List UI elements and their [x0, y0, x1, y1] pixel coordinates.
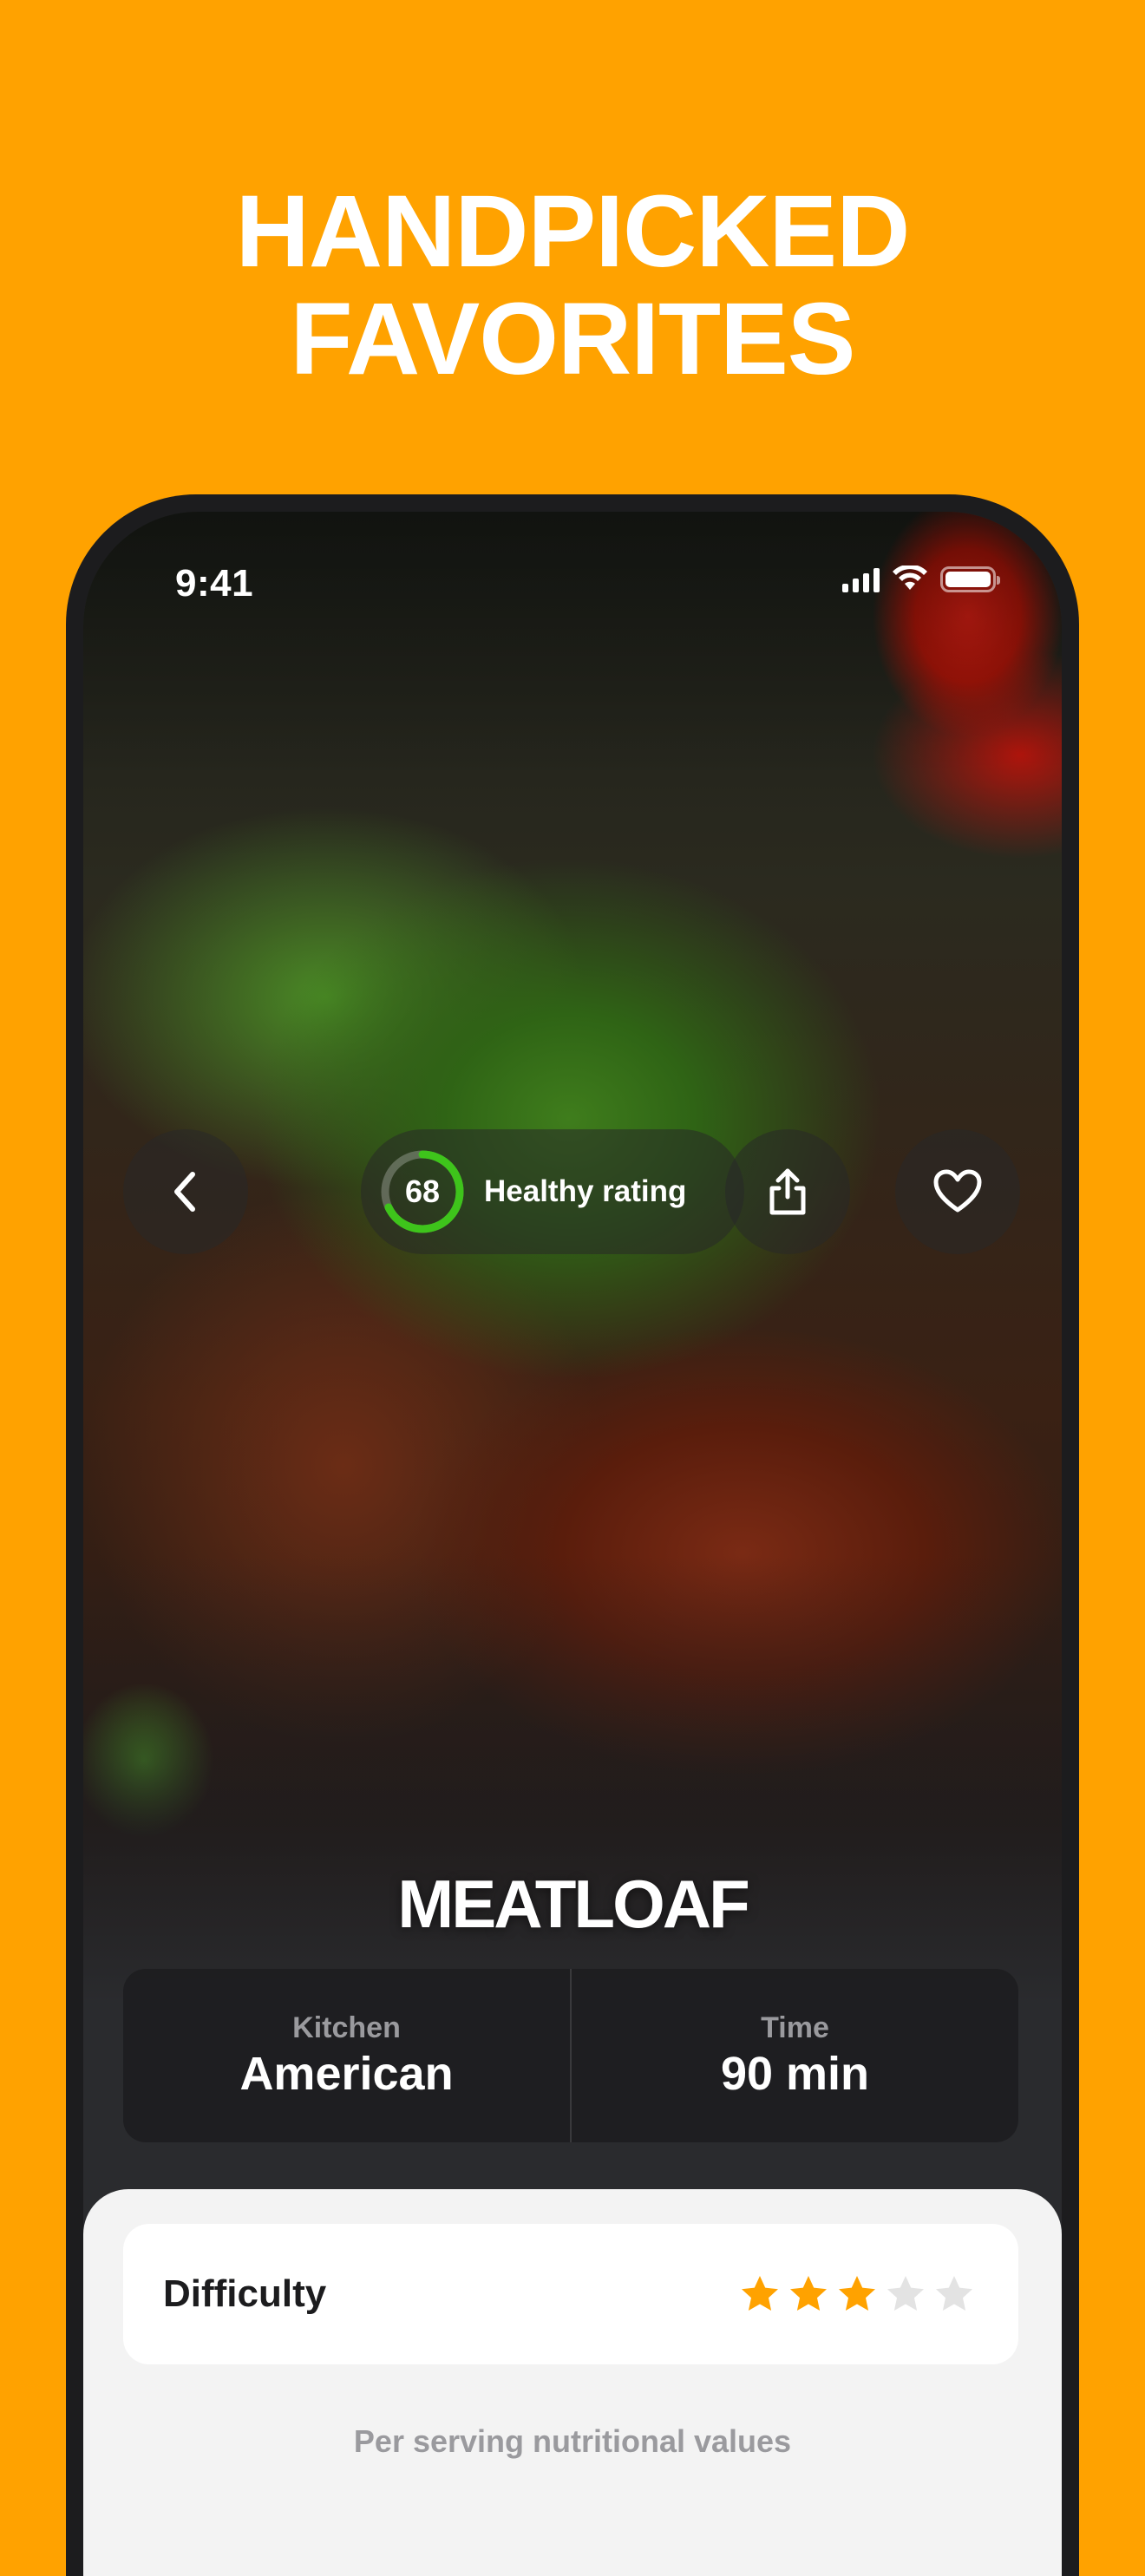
star-filled-icon [839, 2276, 875, 2311]
healthy-rating-label: Healthy rating [484, 1174, 687, 1208]
healthy-rating-value: 68 [404, 1174, 441, 1209]
phone-frame: 9:41 68 Healthy rating MEATLOAF Kitchen … [66, 494, 1079, 2576]
star-filled-icon [790, 2276, 827, 2311]
star-empty-icon [887, 2276, 924, 2311]
status-time: 9:41 [175, 562, 254, 605]
status-icons [842, 566, 1000, 593]
recipe-title: MEATLOAF [397, 1866, 749, 1942]
details-sheet[interactable]: Difficulty Per serving nutritional value… [83, 2189, 1062, 2576]
wifi-icon [893, 566, 927, 590]
phone-screen: 9:41 68 Healthy rating MEATLOAF Kitchen … [83, 512, 1062, 2576]
difficulty-label: Difficulty [163, 2272, 327, 2315]
kitchen-label: Kitchen [292, 2010, 401, 2044]
favorite-button[interactable] [895, 1129, 1020, 1254]
battery-icon [940, 566, 1000, 592]
time-label: Time [761, 2010, 829, 2044]
difficulty-stars [739, 2273, 975, 2315]
difficulty-card: Difficulty [123, 2224, 1018, 2364]
share-button[interactable] [725, 1129, 850, 1254]
healthy-rating-badge[interactable]: 68 Healthy rating [361, 1129, 744, 1254]
nutrition-heading: Per serving nutritional values [353, 2423, 792, 2459]
headline-line-2: FAVORITES [290, 282, 855, 396]
time-value: 90 min [720, 2047, 870, 2100]
chevron-left-icon [174, 1172, 195, 1212]
healthy-rating-ring: 68 [378, 1147, 467, 1236]
headline-line-1: HANDPICKED [235, 174, 911, 289]
share-icon [769, 1168, 806, 1215]
hero-overlay [83, 512, 1062, 2004]
star-empty-icon [936, 2276, 972, 2311]
status-bar: 9:41 [83, 512, 1062, 605]
back-button[interactable] [123, 1129, 248, 1254]
recipe-info-card: Kitchen American Time 90 min [123, 1969, 1018, 2142]
star-filled-icon [742, 2276, 778, 2311]
kitchen-value: American [239, 2047, 454, 2100]
signal-icon [842, 566, 880, 592]
time-info: Time 90 min [572, 1969, 1018, 2142]
kitchen-info: Kitchen American [123, 1969, 570, 2142]
heart-icon [933, 1169, 982, 1213]
headline: HANDPICKED FAVORITES [0, 178, 1145, 393]
